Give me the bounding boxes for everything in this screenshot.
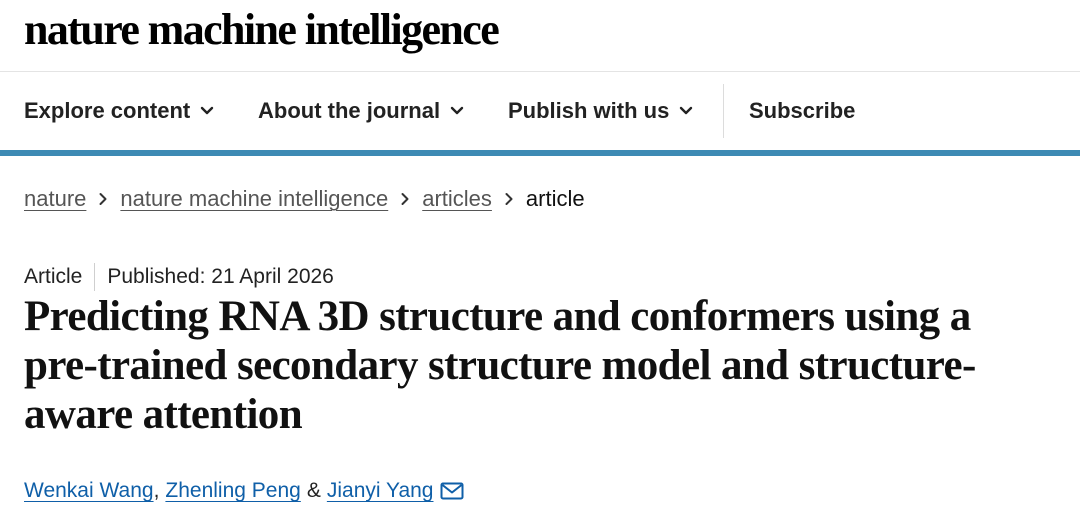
mail-icon[interactable]: [440, 482, 464, 500]
article-title-line: aware attention: [24, 391, 303, 438]
chevron-right-icon: [504, 192, 514, 206]
nav-accent-rule: [0, 150, 1080, 156]
breadcrumb: nature nature machine intelligence artic…: [24, 184, 585, 214]
breadcrumb-journal[interactable]: nature machine intelligence: [120, 186, 388, 212]
author-link[interactable]: Jianyi Yang: [327, 479, 434, 503]
nav-publish-with-us[interactable]: Publish with us: [508, 72, 693, 150]
author-separator: ,: [153, 479, 160, 502]
chevron-down-icon: [200, 106, 214, 116]
journal-logo[interactable]: nature machine intelligence: [24, 6, 500, 54]
article-title-line: Predicting RNA 3D structure and conforme…: [24, 293, 971, 340]
masthead: nature machine intelligence: [0, 0, 1080, 72]
nav-about-the-journal-label: About the journal: [258, 98, 441, 123]
published-date: Published: 21 April 2026: [107, 265, 334, 288]
nav-publish-with-us-label: Publish with us: [508, 98, 670, 123]
author-link[interactable]: Zhenling Peng: [165, 479, 300, 503]
author-separator: &: [306, 479, 321, 502]
article-meta: Article Published: 21 April 2026: [24, 262, 334, 292]
chevron-down-icon: [679, 106, 693, 116]
article-type: Article: [24, 265, 83, 288]
chevron-right-icon: [400, 192, 410, 206]
author-list: Wenkai Wang , Zhenling Peng & Jianyi Yan…: [24, 476, 464, 506]
chevron-down-icon: [450, 106, 464, 116]
subscribe-label: Subscribe: [749, 98, 856, 123]
breadcrumb-current: article: [525, 186, 585, 211]
article-title-line: pre-trained secondary structure model an…: [24, 342, 976, 389]
breadcrumb-nature[interactable]: nature: [24, 186, 86, 212]
main-nav: Explore content About the journal Publis…: [0, 72, 1080, 150]
nav-explore-content[interactable]: Explore content: [24, 72, 214, 150]
nav-about-the-journal[interactable]: About the journal: [258, 72, 464, 150]
subscribe-link[interactable]: Subscribe: [749, 72, 855, 150]
chevron-right-icon: [98, 192, 108, 206]
nav-explore-content-label: Explore content: [24, 98, 191, 123]
breadcrumb-articles[interactable]: articles: [422, 186, 492, 212]
article-title: Predicting RNA 3D structure and conforme…: [24, 292, 1069, 439]
author-link[interactable]: Wenkai Wang: [24, 479, 154, 503]
meta-divider: [94, 263, 96, 291]
nav-divider: [723, 84, 724, 138]
